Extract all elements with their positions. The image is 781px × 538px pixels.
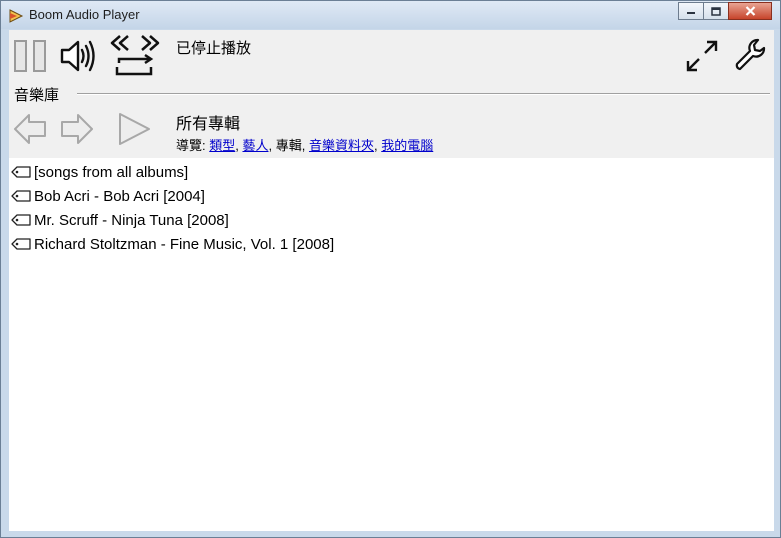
list-item[interactable]: [songs from all albums]: [9, 160, 774, 184]
album-icon: [11, 190, 31, 202]
maximize-icon: [711, 6, 721, 16]
title-bar[interactable]: Boom Audio Player: [1, 1, 780, 29]
wrench-icon[interactable]: [733, 37, 767, 73]
toolbar: 已停止播放 音樂庫 所有專輯 導覽: 類型, 藝人, 專輯, 音樂資料夾, 我的…: [9, 30, 774, 158]
expand-icon[interactable]: [685, 39, 719, 73]
window-controls: [678, 2, 772, 21]
nav-link-my-computer[interactable]: 我的電腦: [381, 138, 433, 153]
nav-separator: ,: [301, 138, 309, 153]
pause-icon[interactable]: [13, 39, 47, 73]
album-title: Mr. Scruff - Ninja Tuna [2008]: [34, 211, 229, 229]
library-label: 音樂庫: [14, 84, 64, 105]
close-icon: [745, 6, 755, 16]
client-area: 已停止播放 音樂庫 所有專輯 導覽: 類型, 藝人, 專輯, 音樂資料夾, 我的…: [9, 30, 774, 531]
album-list: [songs from all albums] Bob Acri - Bob A…: [9, 160, 774, 256]
library-divider: [77, 93, 770, 95]
maximize-button[interactable]: [703, 2, 729, 20]
repeat-icon[interactable]: [109, 33, 161, 79]
arrow-right-icon[interactable]: [59, 111, 95, 147]
album-title: Bob Acri - Bob Acri [2004]: [34, 187, 205, 205]
nav-separator: ,: [268, 138, 276, 153]
app-window: Boom Audio Player 已停止播放 音樂庫 所有專輯 導覽: 類型,…: [0, 0, 781, 538]
speaker-icon[interactable]: [59, 38, 97, 74]
album-title: [songs from all albums]: [34, 163, 189, 181]
playback-status: 已停止播放: [176, 40, 252, 57]
list-item[interactable]: Richard Stoltzman - Fine Music, Vol. 1 […: [9, 232, 774, 256]
play-icon[interactable]: [116, 111, 152, 147]
nav-link-music-folder[interactable]: 音樂資料夾: [309, 138, 374, 153]
nav-link-artist[interactable]: 藝人: [242, 138, 268, 153]
album-icon: [11, 166, 31, 178]
list-item[interactable]: Mr. Scruff - Ninja Tuna [2008]: [9, 208, 774, 232]
nav-current-album: 專輯: [275, 138, 302, 153]
breadcrumb: 導覽: 類型, 藝人, 專輯, 音樂資料夾, 我的電腦: [176, 135, 433, 154]
page-title: 所有專輯: [176, 116, 241, 133]
album-icon: [11, 238, 31, 250]
album-icon: [11, 214, 31, 226]
close-button[interactable]: [728, 2, 772, 20]
window-title: Boom Audio Player: [29, 7, 140, 22]
minimize-icon: [687, 12, 695, 14]
nav-prefix: 導覽:: [176, 138, 210, 153]
arrow-left-icon[interactable]: [12, 111, 48, 147]
list-item[interactable]: Bob Acri - Bob Acri [2004]: [9, 184, 774, 208]
app-logo-icon: [9, 9, 24, 23]
album-title: Richard Stoltzman - Fine Music, Vol. 1 […: [34, 235, 335, 253]
nav-link-genre[interactable]: 類型: [209, 138, 235, 153]
minimize-button[interactable]: [678, 2, 704, 20]
